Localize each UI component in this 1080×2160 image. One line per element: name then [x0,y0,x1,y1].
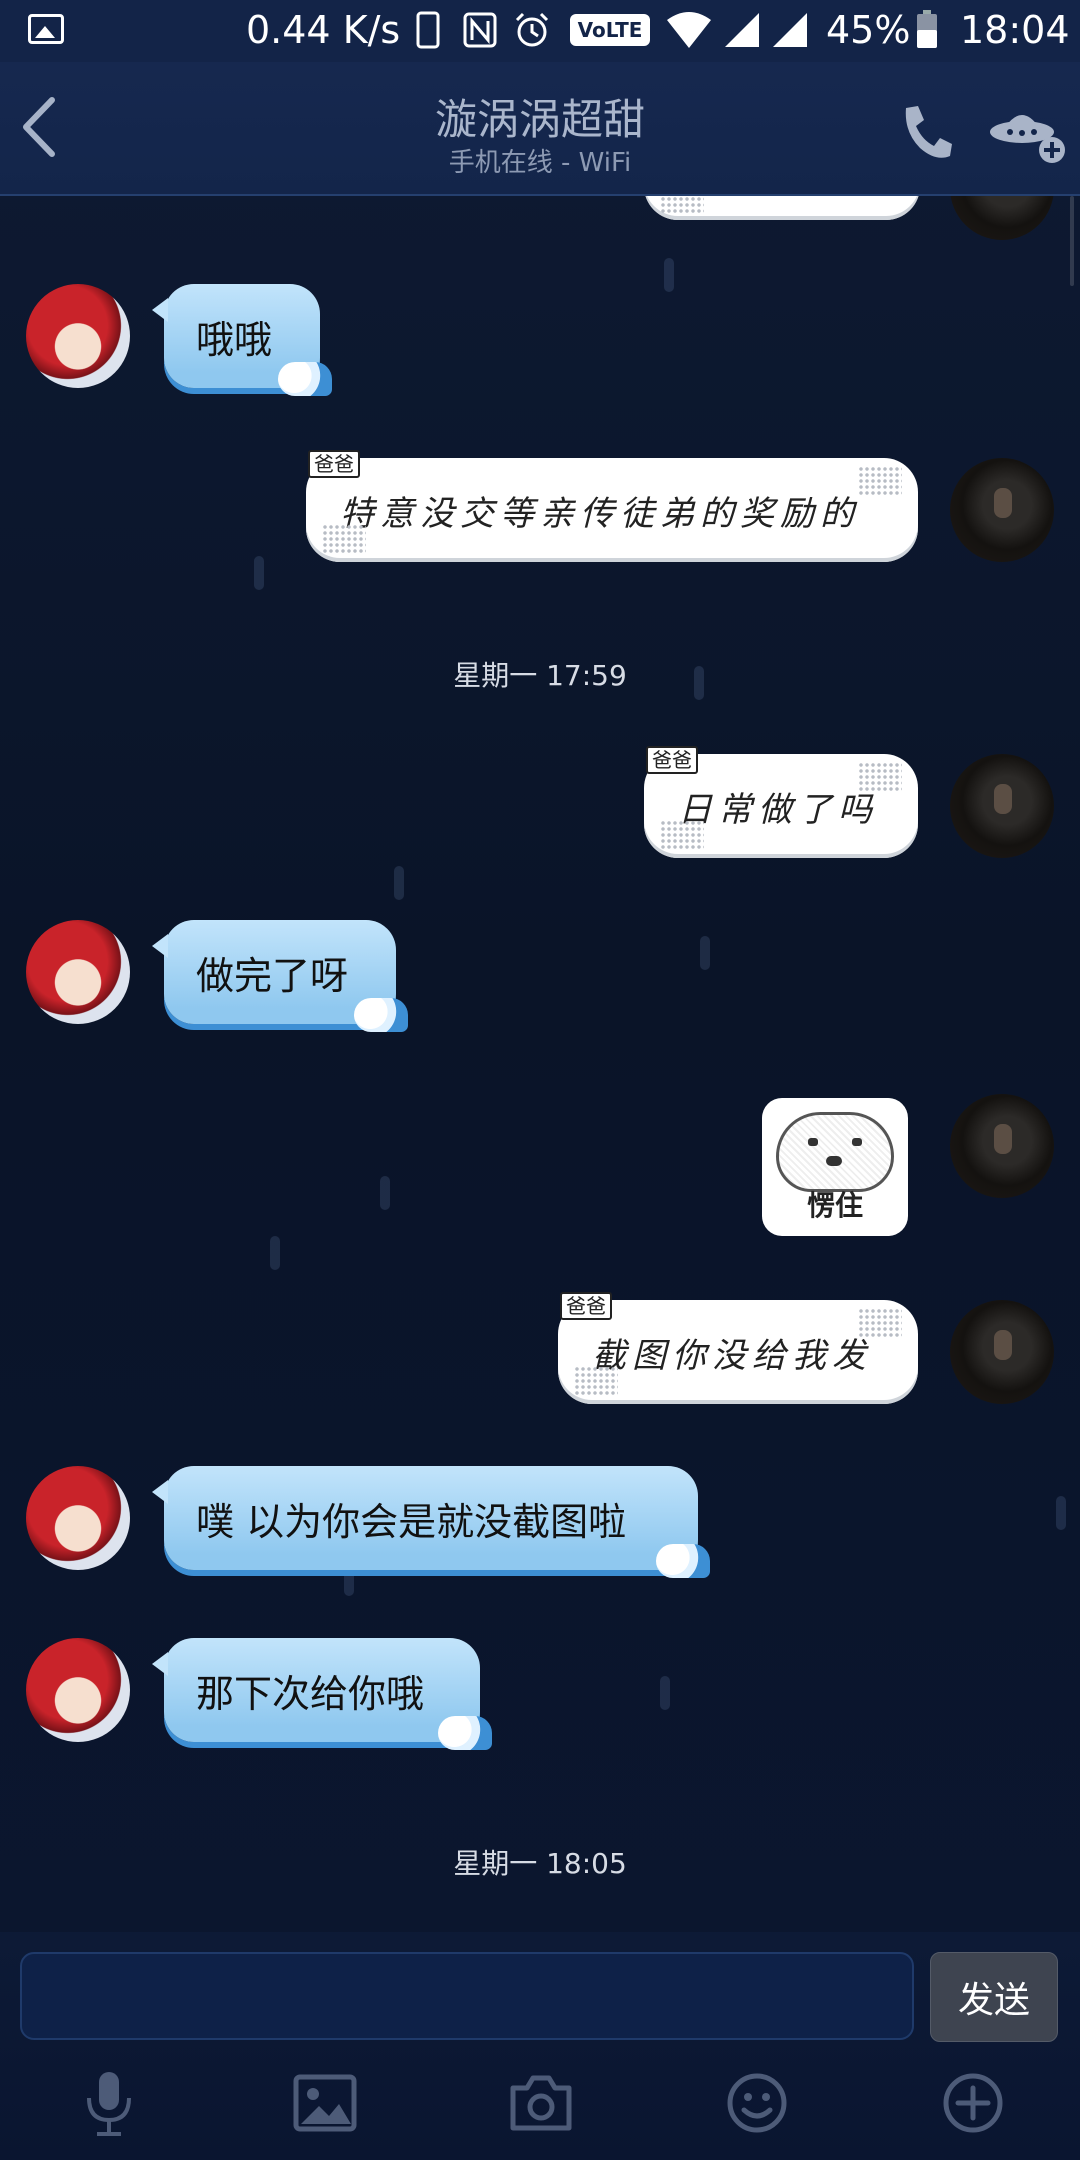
my-avatar[interactable] [950,196,1054,240]
contact-avatar[interactable] [26,1466,130,1570]
message-text: 特意没交等亲传徒弟的奖励的 [340,493,860,534]
call-button[interactable] [896,102,952,162]
bear-eye [852,1138,862,1146]
bubble-dots [660,820,704,850]
my-avatar[interactable] [950,1094,1054,1198]
more-button[interactable] [938,2068,1008,2138]
sticker-image[interactable]: 愣住 [762,1098,908,1236]
battery-icon [914,10,940,50]
signal-icon [722,10,762,50]
message-bubble-partial[interactable] [644,196,920,220]
wave-decoration [278,362,332,396]
message-bubble-incoming[interactable]: 做完了呀 [152,920,408,1032]
contact-avatar[interactable] [26,1638,130,1742]
bear-sticker [776,1112,894,1192]
message-text: 截图你没给我发 [592,1335,872,1376]
rain-decoration [700,936,710,970]
wave-decoration [438,1716,492,1750]
image-button[interactable] [290,2068,360,2138]
chat-header: 漩涡涡超甜 手机在线 - WiFi [0,62,1080,196]
message-text: 日常做了吗 [678,789,878,830]
ufo-profile-button[interactable] [988,106,1068,166]
rain-decoration [1056,1496,1066,1530]
rain-decoration [270,1236,280,1270]
rain-decoration [254,556,264,590]
message-text: 噗 以为你会是就没截图啦 [196,1499,627,1544]
message-text: 那下次给你哦 [196,1671,425,1716]
ufo-add-icon [990,115,1065,163]
my-avatar[interactable] [950,1300,1054,1404]
message-bubble-incoming[interactable]: 那下次给你哦 [152,1638,492,1750]
microphone-icon [87,2072,131,2136]
plus-circle-icon [943,2073,1003,2133]
battery-percent: 45% [826,8,911,52]
scrollbar[interactable] [1070,196,1074,286]
bubble-dots [858,466,902,496]
contact-avatar[interactable] [26,920,130,1024]
bubble-dots [858,1308,902,1338]
network-speed: 0.44 K/s [246,8,401,52]
message-bubble-incoming[interactable]: 哦哦 [152,284,332,396]
signal-2-icon [770,10,810,50]
wave-decoration [656,1544,710,1578]
camera-icon [510,2075,572,2131]
bubble-dots [660,196,704,214]
input-bar: 发送 [0,1932,1080,2160]
bubble-dots [322,524,366,554]
status-bar: 0.44 K/s VoLTE 45% 18:04 [0,0,1080,62]
wave-decoration [354,998,408,1032]
my-avatar[interactable] [950,754,1054,858]
message-input[interactable] [20,1952,914,2040]
send-button[interactable]: 发送 [930,1952,1058,2042]
image-icon [293,2074,357,2132]
alarm-icon [512,10,552,50]
nfc-icon [462,10,498,50]
timestamp: 星期一 18:05 [453,1847,627,1880]
emoji-button[interactable] [722,2068,792,2138]
contact-avatar[interactable] [26,284,130,388]
voice-button[interactable] [74,2068,144,2138]
bubble-dots [574,1366,618,1396]
message-text: 做完了呀 [196,953,349,998]
message-list[interactable]: 哦哦 爸爸 特意没交等亲传徒弟的奖励的 星期一 17:59 爸爸 日常做了吗 做… [0,196,1080,1932]
camera-button[interactable] [506,2068,576,2138]
my-avatar[interactable] [950,458,1054,562]
volte-icon: VoLTE [569,10,651,50]
bubble-dots [858,762,902,792]
phone-icon [414,10,442,50]
timestamp: 星期一 17:59 [453,659,627,692]
bubble-tag: 爸爸 [646,746,698,774]
rain-decoration [380,1176,390,1210]
phone-call-icon [905,106,952,158]
message-bubble-incoming[interactable]: 噗 以为你会是就没截图啦 [152,1466,710,1578]
bubble-tag: 爸爸 [560,1292,612,1320]
bubble-tag: 爸爸 [308,450,360,478]
message-bubble-outgoing[interactable]: 爸爸 截图你没给我发 [558,1292,918,1404]
message-bubble-outgoing[interactable]: 爸爸 特意没交等亲传徒弟的奖励的 [306,450,918,562]
clock: 18:04 [960,8,1070,52]
message-bubble-outgoing[interactable]: 爸爸 日常做了吗 [644,746,918,858]
chat-screen: 0.44 K/s VoLTE 45% 18:04 漩涡涡超甜 手机在线 - Wi… [0,0,1080,2160]
wifi-icon [664,10,714,50]
rain-decoration [394,866,404,900]
gallery-notification-icon [28,14,64,44]
emoji-icon [727,2073,787,2133]
sticker-caption: 愣住 [806,1189,863,1222]
rain-decoration [664,258,674,292]
bear-eye [808,1138,818,1146]
message-text: 哦哦 [196,317,273,362]
bear-nose [826,1156,842,1166]
rain-decoration [660,1676,670,1710]
